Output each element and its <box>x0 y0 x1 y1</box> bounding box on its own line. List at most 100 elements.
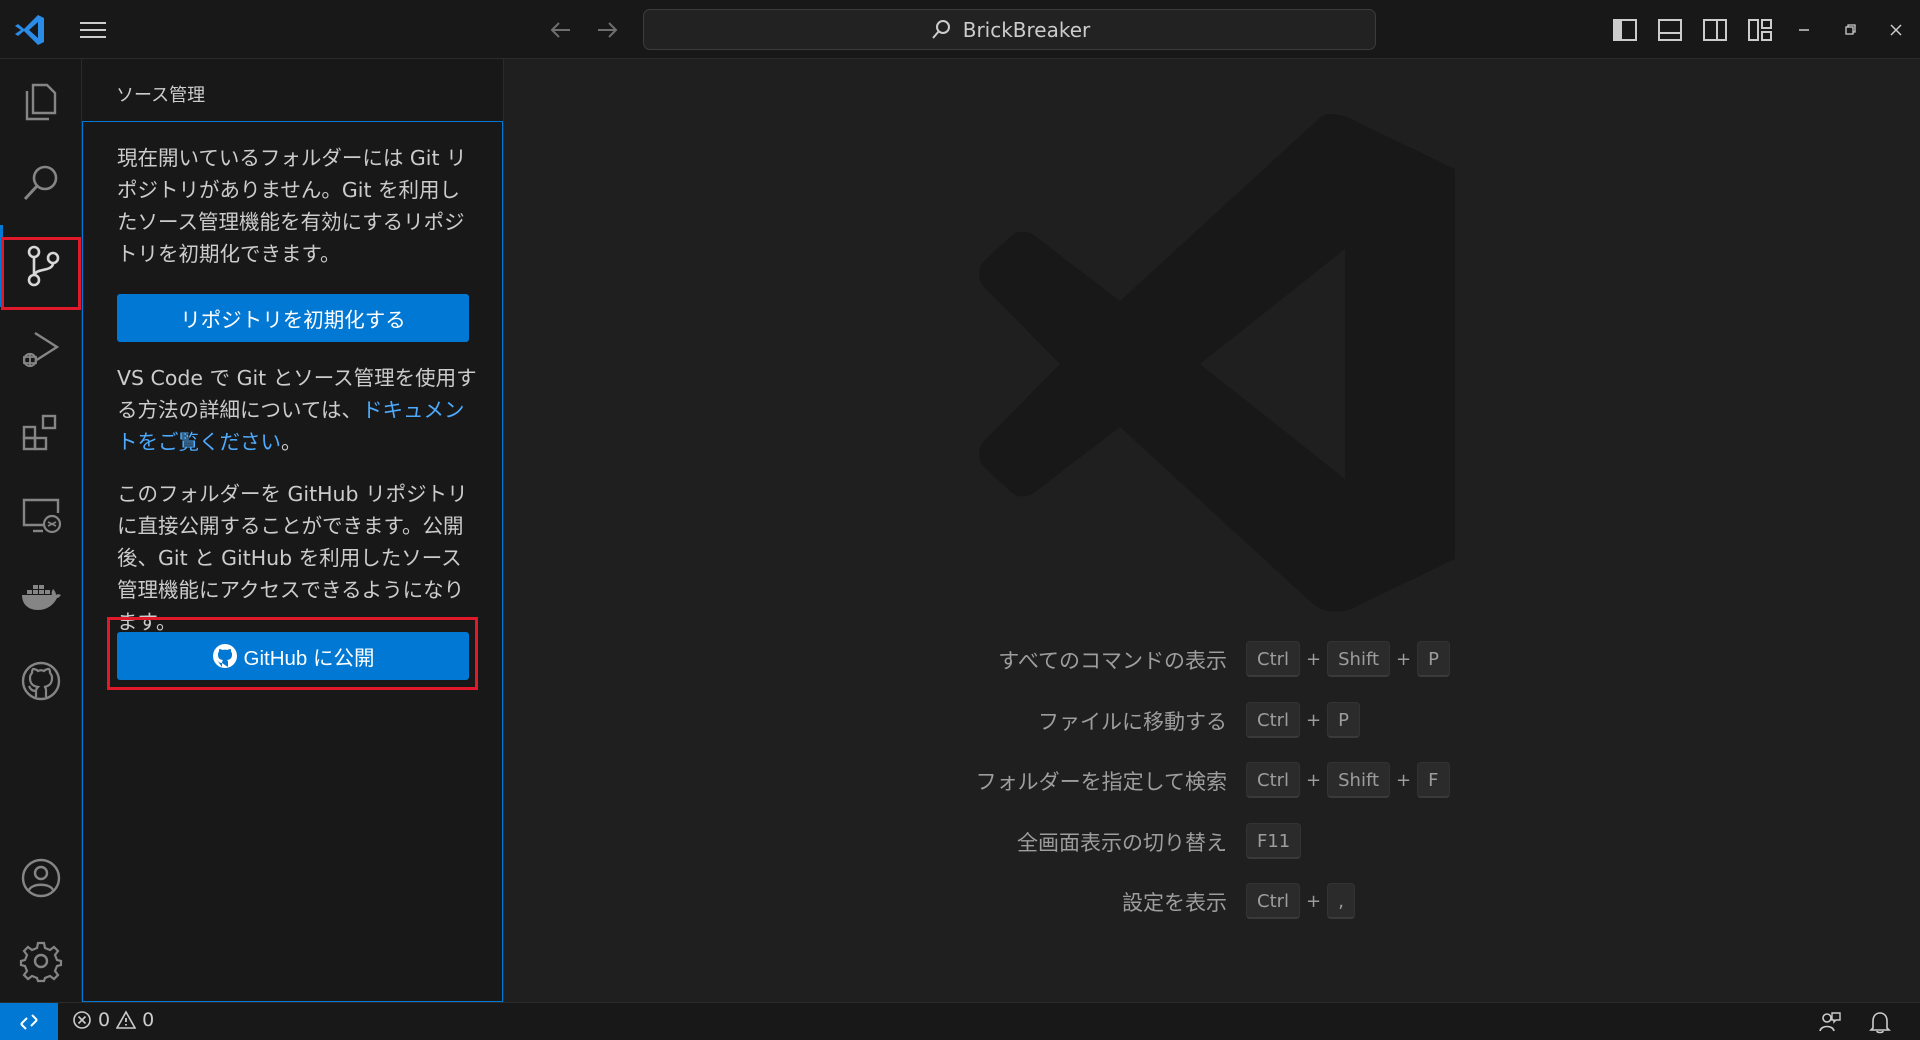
activity-manage[interactable] <box>0 920 82 1002</box>
restore-icon <box>1845 24 1856 35</box>
shortcut-keys: Ctrl + P <box>1246 702 1360 738</box>
status-bar: 0 0 <box>0 1002 1920 1040</box>
docs-text-suffix: 。 <box>281 430 302 454</box>
plus-sign: + <box>1306 890 1322 912</box>
docs-text: VS Code で Git とソース管理を使用する方法の詳細については、ドキュメ… <box>117 362 479 458</box>
plus-sign: + <box>1306 709 1322 731</box>
key-cap: Shift <box>1327 641 1391 677</box>
shortcut-keys: Ctrl + Shift + F <box>1246 762 1450 798</box>
docker-icon <box>22 585 61 610</box>
minimize-icon <box>1799 29 1809 31</box>
activity-docker[interactable] <box>0 557 82 639</box>
init-repository-button[interactable]: リポジトリを初期化する <box>117 294 469 342</box>
account-icon <box>21 858 61 898</box>
panel-layout-icon <box>1658 19 1682 41</box>
gear-icon <box>19 941 63 983</box>
activity-explorer[interactable] <box>0 60 82 142</box>
toggle-primary-sidebar-button[interactable] <box>1607 12 1643 48</box>
source-control-welcome-panel: 現在開いているフォルダーには Git リポジトリがありません。Git を利用した… <box>82 121 503 1002</box>
key-cap: Shift <box>1327 762 1391 798</box>
run-debug-icon <box>22 331 60 368</box>
error-count: 0 <box>98 1009 111 1031</box>
github-icon <box>21 661 61 701</box>
search-icon <box>23 165 58 201</box>
notifications-button[interactable] <box>1864 1007 1896 1037</box>
key-cap: P <box>1327 702 1360 738</box>
shortcut-keys: Ctrl + Shift + P <box>1246 641 1450 677</box>
back-arrow-icon[interactable] <box>544 14 578 46</box>
key-cap: Ctrl <box>1246 762 1301 798</box>
shortcut-row: 全画面表示の切り替え F11 <box>505 823 1920 863</box>
key-cap: Ctrl <box>1246 641 1301 677</box>
shortcut-row: ファイルに移動する Ctrl + P <box>505 702 1920 742</box>
sidebar-title: ソース管理 <box>116 85 206 106</box>
activity-bar <box>0 59 82 1002</box>
customize-layout-button[interactable] <box>1742 12 1778 48</box>
bell-icon <box>1869 1012 1891 1034</box>
remote-indicator-button[interactable] <box>0 1003 58 1040</box>
search-icon <box>931 19 950 39</box>
publish-info-text: このフォルダーを GitHub リポジトリに直接公開することができます。公開後、… <box>117 482 468 634</box>
publish-button-label: GitHub に公開 <box>243 647 375 670</box>
vscode-window: BrickBreaker ソース管理 現在開いているフォルダーには Git リポ… <box>0 0 1920 1040</box>
hamburger-menu-icon[interactable] <box>76 16 110 44</box>
warning-count: 0 <box>142 1009 155 1031</box>
plus-sign: + <box>1306 769 1322 791</box>
activity-extensions[interactable] <box>0 391 82 473</box>
key-cap: , <box>1327 883 1356 919</box>
source-control-icon <box>27 245 59 287</box>
feedback-button[interactable] <box>1814 1007 1846 1037</box>
activity-search[interactable] <box>0 142 82 224</box>
minimize-button[interactable] <box>1786 12 1822 48</box>
editor-welcome-area: すべてのコマンドの表示 Ctrl + Shift + P ファイルに移動する Ctr… <box>505 59 1920 1002</box>
activity-accounts[interactable] <box>0 837 82 919</box>
restore-button[interactable] <box>1832 12 1868 48</box>
key-cap: Ctrl <box>1246 883 1301 919</box>
warning-icon <box>116 1010 137 1029</box>
no-repo-text: 現在開いているフォルダーには Git リポジトリがありません。Git を利用した… <box>117 146 467 266</box>
title-bar: BrickBreaker <box>0 0 1920 59</box>
activity-source-control[interactable] <box>0 225 82 307</box>
shortcut-row: すべてのコマンドの表示 Ctrl + Shift + P <box>505 641 1920 681</box>
key-cap: Ctrl <box>1246 702 1301 738</box>
toggle-secondary-sidebar-button[interactable] <box>1697 12 1733 48</box>
plus-sign: + <box>1396 648 1412 670</box>
plus-sign: + <box>1396 769 1412 791</box>
problems-indicator[interactable]: 0 0 <box>72 1009 154 1031</box>
command-center-search[interactable]: BrickBreaker <box>643 9 1376 50</box>
remote-icon <box>20 1014 38 1030</box>
shortcut-keys: F11 <box>1246 823 1302 859</box>
remote-explorer-icon <box>22 498 62 534</box>
activity-github[interactable] <box>0 640 82 722</box>
close-icon <box>1890 24 1902 36</box>
search-text: BrickBreaker <box>962 17 1091 42</box>
layout-grid-icon <box>1748 19 1772 41</box>
key-cap: F <box>1417 762 1450 798</box>
close-button[interactable] <box>1878 12 1914 48</box>
files-icon <box>25 83 57 121</box>
vscode-watermark-icon <box>979 114 1455 612</box>
forward-arrow-icon[interactable] <box>590 14 624 46</box>
key-cap: P <box>1417 641 1450 677</box>
source-control-sidebar: ソース管理 現在開いているフォルダーには Git リポジトリがありません。Git… <box>82 59 504 1002</box>
vscode-logo-icon <box>15 15 44 45</box>
shortcut-keys: Ctrl + , <box>1246 883 1356 919</box>
publish-to-github-button[interactable]: GitHub に公開 <box>117 632 469 680</box>
shortcut-label: 全画面表示の切り替え <box>1017 831 1227 855</box>
shortcut-label: すべてのコマンドの表示 <box>998 649 1227 673</box>
error-icon <box>73 1011 91 1029</box>
github-icon <box>212 644 237 668</box>
key-cap: F11 <box>1246 823 1302 859</box>
shortcut-label: ファイルに移動する <box>1038 710 1227 734</box>
secondary-sidebar-icon <box>1703 19 1727 41</box>
shortcut-row: フォルダーを指定して検索 Ctrl + Shift + F <box>505 762 1920 802</box>
toggle-panel-button[interactable] <box>1652 12 1688 48</box>
activity-remote-explorer[interactable] <box>0 474 82 556</box>
activity-run-debug[interactable] <box>0 308 82 390</box>
shortcut-row: 設定を表示 Ctrl + , <box>505 883 1920 923</box>
feedback-icon <box>1819 1012 1841 1032</box>
plus-sign: + <box>1306 648 1322 670</box>
shortcut-label: フォルダーを指定して検索 <box>975 770 1227 794</box>
sidebar-layout-icon <box>1613 19 1637 41</box>
extensions-icon <box>22 414 57 451</box>
